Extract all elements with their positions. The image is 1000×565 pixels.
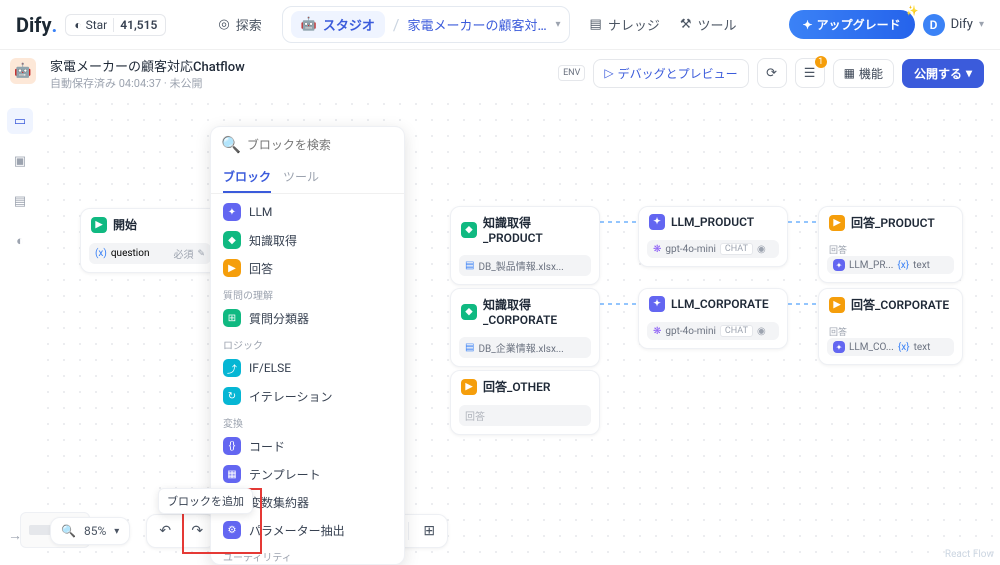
chevron-down-icon[interactable]: ▾	[114, 526, 119, 537]
wrench-icon: ⚒	[680, 17, 692, 32]
organize-icon: ⊞	[423, 523, 435, 539]
file-icon: ▤	[465, 260, 474, 271]
knowledge-icon: ◆	[461, 222, 477, 238]
github-star-button[interactable]: ◐ Star 41,515	[65, 14, 166, 36]
llm-icon: ✦	[223, 203, 241, 221]
app-icon: 🤖	[10, 58, 36, 84]
rail-workflow-icon[interactable]: ▭	[7, 108, 33, 134]
model-icon: ❋	[653, 244, 661, 255]
checklist-button[interactable]: ☰1	[795, 58, 825, 88]
node-answer-corporate[interactable]: ▶回答_CORPORATE 回答✦LLM_CO...{x}text	[818, 288, 963, 365]
user-menu[interactable]: D Dify ▾	[923, 14, 984, 36]
features-button[interactable]: ▦機能	[833, 59, 894, 88]
logo[interactable]: Dify.	[16, 13, 57, 37]
block-search-input[interactable]	[247, 138, 403, 152]
add-block-tooltip: ブロックを追加	[158, 488, 253, 514]
node-answer-other[interactable]: ▶回答_OTHER 回答	[450, 370, 600, 435]
chevron-down-icon[interactable]: ▾	[556, 19, 561, 30]
undo-icon: ↶	[159, 523, 171, 539]
loop-icon: ↻	[223, 387, 241, 405]
robot-icon: 🤖	[301, 17, 317, 32]
redo-button[interactable]: ↷	[185, 519, 209, 543]
react-flow-attribution: React Flow	[945, 549, 994, 560]
sparkle-icon: ✦	[803, 18, 813, 32]
picker-item-llm[interactable]: ✦LLM	[211, 198, 404, 226]
answer-icon: ▶	[829, 215, 845, 231]
answer-icon: ▶	[223, 259, 241, 277]
search-icon: 🔍	[221, 135, 241, 154]
app-meta: 自動保存済み 04:04:37 · 未公開	[50, 75, 245, 91]
picker-tab-block[interactable]: ブロック	[223, 162, 271, 193]
picker-item-classifier[interactable]: ⊞質問分類器	[211, 304, 404, 332]
param-icon: ⚙	[223, 521, 241, 539]
clock-icon: ⟳	[766, 66, 777, 81]
nav-explore[interactable]: ◎探索	[218, 15, 261, 34]
node-llm-product[interactable]: ✦LLM_PRODUCT ❋gpt-4o-miniCHAT◉	[638, 206, 788, 267]
eye-icon: ◉	[757, 326, 766, 337]
picker-item-template[interactable]: ▦テンプレート	[211, 460, 404, 488]
left-rail: ▭ ▣ ▤ ◐	[0, 96, 40, 254]
nav-studio-wrap: 🤖スタジオ / 家電メーカーの顧客対応C... ▾	[282, 6, 570, 43]
grid-icon: ▦	[844, 66, 855, 80]
picker-tab-tool[interactable]: ツール	[283, 162, 319, 193]
app-title: 家電メーカーの顧客対応Chatflow	[50, 56, 245, 75]
debug-preview-button[interactable]: ▷デバッグとプレビュー	[593, 59, 748, 88]
file-icon: ▤	[465, 342, 474, 353]
knowledge-icon: ◆	[223, 231, 241, 249]
picker-item-knowledge[interactable]: ◆知識取得	[211, 226, 404, 254]
knowledge-icon: ◆	[461, 304, 477, 320]
code-icon: {}	[223, 437, 241, 455]
start-icon: ▶	[91, 217, 107, 233]
upgrade-button[interactable]: ✦アップグレード✨	[789, 10, 915, 39]
app-subheader: 家電メーカーの顧客対応Chatflow 自動保存済み 04:04:37 · 未公…	[0, 50, 1000, 96]
template-icon: ▦	[223, 465, 241, 483]
nav-tools[interactable]: ⚒ツール	[680, 15, 737, 34]
organize-button[interactable]: ⊞	[417, 519, 441, 543]
avatar: D	[923, 14, 945, 36]
chevron-down-icon: ▾	[979, 19, 984, 30]
answer-icon: ▶	[461, 379, 477, 395]
answer-icon: ▶	[829, 297, 845, 313]
chevron-down-icon: ▾	[966, 66, 972, 80]
github-icon: ◐	[74, 18, 81, 32]
node-answer-product[interactable]: ▶回答_PRODUCT 回答✦LLM_PR...{x}text	[818, 206, 963, 283]
branch-icon: ⤴	[223, 359, 241, 377]
model-icon: ❋	[653, 326, 661, 337]
picker-item-code[interactable]: {}コード	[211, 432, 404, 460]
node-knowledge-product[interactable]: ◆知識取得_PRODUCT ▤DB_製品情報.xlsx...	[450, 206, 600, 285]
zoom-out-icon[interactable]: 🔍	[61, 524, 76, 538]
play-icon: ▷	[604, 66, 613, 80]
zoom-control[interactable]: 🔍 85% ▾	[50, 517, 130, 545]
redo-icon: ↷	[191, 523, 203, 539]
rail-help-icon[interactable]: ◐	[7, 228, 33, 254]
llm-icon: ✦	[649, 214, 665, 230]
env-badge[interactable]: ENV	[558, 65, 585, 81]
history-button[interactable]: ⟳	[757, 58, 787, 88]
node-start[interactable]: ▶開始 (x)question必須✎	[80, 208, 220, 273]
var-icon: (x)	[95, 248, 107, 259]
picker-item-iteration[interactable]: ↻イテレーション	[211, 382, 404, 410]
breadcrumb-app[interactable]: 家電メーカーの顧客対応C...	[408, 15, 548, 34]
nav-knowledge[interactable]: ▤ナレッジ	[590, 15, 660, 34]
rail-list-icon[interactable]: ▤	[7, 188, 33, 214]
publish-button[interactable]: 公開する▾	[902, 59, 984, 88]
picker-item-ifelse[interactable]: ⤴IF/ELSE	[211, 354, 404, 382]
checklist-icon: ☰	[804, 66, 816, 81]
eye-icon: ◉	[757, 244, 766, 255]
compass-icon: ◎	[218, 17, 229, 32]
nav-studio[interactable]: 🤖スタジオ	[291, 11, 385, 38]
node-llm-corporate[interactable]: ✦LLM_CORPORATE ❋gpt-4o-miniCHAT◉	[638, 288, 788, 349]
rail-image-icon[interactable]: ▣	[7, 148, 33, 174]
llm-icon: ✦	[649, 296, 665, 312]
undo-button[interactable]: ↶	[153, 519, 177, 543]
book-icon: ▤	[590, 17, 602, 32]
node-knowledge-corporate[interactable]: ◆知識取得_CORPORATE ▤DB_企業情報.xlsx...	[450, 288, 600, 367]
top-header: Dify. ◐ Star 41,515 ◎探索 🤖スタジオ / 家電メーカーの顧…	[0, 0, 1000, 50]
classifier-icon: ⊞	[223, 309, 241, 327]
picker-item-param[interactable]: ⚙パラメーター抽出	[211, 516, 404, 544]
picker-item-answer[interactable]: ▶回答	[211, 254, 404, 282]
